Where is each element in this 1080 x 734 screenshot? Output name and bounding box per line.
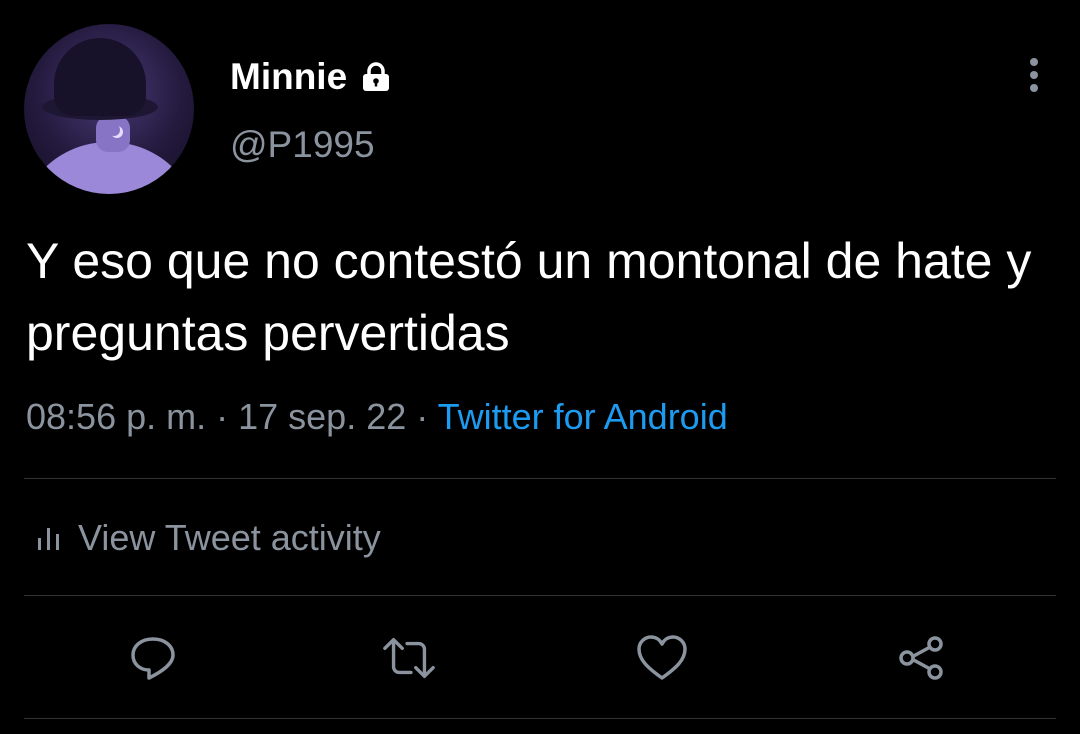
tweet-date: 17 sep. 22: [238, 396, 407, 437]
moon-tattoo: [108, 124, 120, 136]
divider: [24, 718, 1056, 719]
meta-separator: ·: [406, 396, 438, 437]
divider: [24, 595, 1056, 596]
avatar[interactable]: [24, 24, 194, 194]
user-name[interactable]: Minnie: [230, 56, 347, 98]
divider: [24, 478, 1056, 479]
tweet-meta: 08:56 p. m. · 17 sep. 22 · Twitter for A…: [26, 396, 728, 438]
share-button[interactable]: [893, 630, 949, 686]
user-name-row: Minnie: [230, 56, 393, 98]
heart-icon: [637, 635, 687, 680]
lock-icon: [359, 62, 393, 92]
reply-button[interactable]: [125, 630, 181, 686]
like-button[interactable]: [634, 630, 690, 686]
tweet-source-link[interactable]: Twitter for Android: [438, 396, 728, 437]
avatar-hat: [54, 38, 146, 116]
view-tweet-activity-label: View Tweet activity: [78, 517, 381, 558]
bar-chart-icon: [38, 528, 59, 550]
view-tweet-activity-button[interactable]: View Tweet activity: [36, 515, 381, 561]
share-icon: [899, 636, 943, 680]
more-vertical-icon: [1030, 58, 1038, 92]
retweet-icon: [383, 637, 435, 679]
more-options-button[interactable]: [1017, 55, 1051, 95]
meta-separator: ·: [206, 396, 239, 437]
retweet-button[interactable]: [381, 630, 437, 686]
tweet-time: 08:56 p. m.: [26, 396, 207, 437]
reply-icon: [131, 637, 175, 680]
user-handle[interactable]: @P1995: [230, 124, 375, 166]
tweet-text: Y eso que no contestó un montonal de hat…: [26, 233, 1032, 361]
